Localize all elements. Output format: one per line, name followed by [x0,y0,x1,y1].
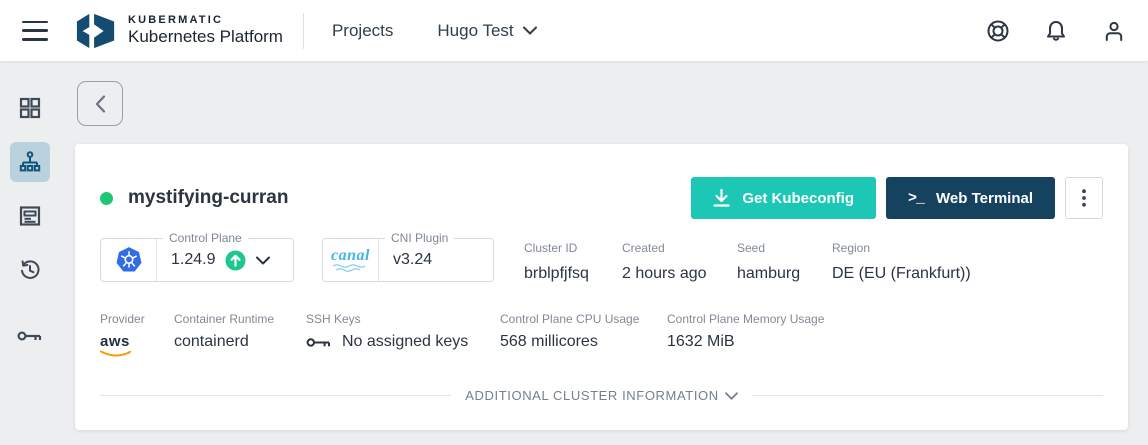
history-icon [21,260,40,279]
current-project-name: Hugo Test [437,20,514,40]
cni-plugin-label: CNI Plugin [385,231,455,245]
canal-waves [332,264,366,272]
cluster-name: mystifying-curran [128,187,289,208]
sidebar-item-clusters[interactable] [10,142,50,182]
notifications-bell-icon[interactable] [1044,19,1068,43]
sidebar [0,62,60,445]
kubermatic-logo-icon [76,13,115,48]
cluster-actions-menu-button[interactable] [1065,177,1103,219]
app-header: KUBERMATIC Kubernetes Platform Projects … [0,0,1148,62]
divider [751,395,1103,396]
get-kubeconfig-button[interactable]: Get Kubeconfig [691,177,877,219]
sidebar-item-ssh-keys[interactable] [10,316,50,356]
header-divider [302,12,304,49]
stat-region: Region DE (EU (Frankfurt)) [832,241,971,282]
control-plane-label: Control Plane [163,231,248,245]
form-icon [19,206,41,226]
stat-cluster-id: Cluster ID brblpfjfsq [524,241,589,282]
web-terminal-label: Web Terminal [936,189,1033,207]
aws-logo-icon: aws [100,334,132,358]
cluster-tree-icon [19,151,41,172]
sidebar-item-external-clusters[interactable] [10,196,50,236]
cluster-status-badge [100,191,113,205]
cluster-details-card: mystifying-curran Get Kubeconfig >_ Web … [75,144,1128,430]
sidebar-item-projects[interactable] [10,88,50,128]
stat-cpu-usage: Control Plane CPU Usage 568 millicores [500,312,640,350]
chevron-down-icon[interactable] [256,256,271,265]
web-terminal-button[interactable]: >_ Web Terminal [886,177,1055,219]
stat-created: Created 2 hours ago [622,241,707,282]
brand-text: KUBERMATIC Kubernetes Platform [128,14,283,47]
chevron-left-icon [95,94,105,113]
additional-cluster-information-toggle[interactable]: ADDITIONAL CLUSTER INFORMATION [100,388,1103,403]
control-plane-version: 1.24.9 [171,251,216,268]
additional-info-label: ADDITIONAL CLUSTER INFORMATION [465,388,719,403]
key-icon [306,337,330,347]
brand[interactable]: KUBERMATIC Kubernetes Platform [74,10,283,52]
stat-memory-usage: Control Plane Memory Usage 1632 MiB [667,312,825,350]
user-icon[interactable] [1102,19,1126,43]
key-icon [17,331,42,341]
get-kubeconfig-label: Get Kubeconfig [742,189,855,207]
stat-ssh-keys[interactable]: SSH Keys No assigned keys [306,309,500,351]
stat-seed: Seed hamburg [737,241,801,282]
upgrade-available-icon[interactable] [225,250,246,271]
cni-version: v3.24 [393,251,433,268]
brand-name: KUBERMATIC [128,14,224,26]
back-button[interactable] [77,81,123,126]
sidebar-item-activity[interactable] [10,250,50,290]
chevron-down-icon [724,391,738,400]
stat-provider: Provider aws [100,309,174,358]
kubernetes-icon [116,247,141,272]
grid-icon [19,97,41,119]
hamburger-menu-icon[interactable] [22,20,48,41]
cni-plugin-box: CNI Plugin canal v3.24 [322,231,494,282]
stat-container-runtime: Container Runtime containerd [174,312,275,350]
nav-projects-link[interactable]: Projects [328,15,397,47]
aws-swoosh [100,350,132,357]
help-buoy-icon[interactable] [986,19,1010,43]
control-plane-version-picker[interactable]: Control Plane 1.24.9 [100,231,294,282]
brand-product: Kubernetes Platform [128,27,283,46]
divider [100,395,452,396]
download-icon [713,189,730,207]
terminal-icon: >_ [908,189,925,207]
canal-logo-icon: canal [331,248,370,272]
project-switcher[interactable]: Hugo Test [437,20,537,41]
kebab-menu-icon [1082,189,1086,207]
chevron-down-icon [522,26,537,35]
